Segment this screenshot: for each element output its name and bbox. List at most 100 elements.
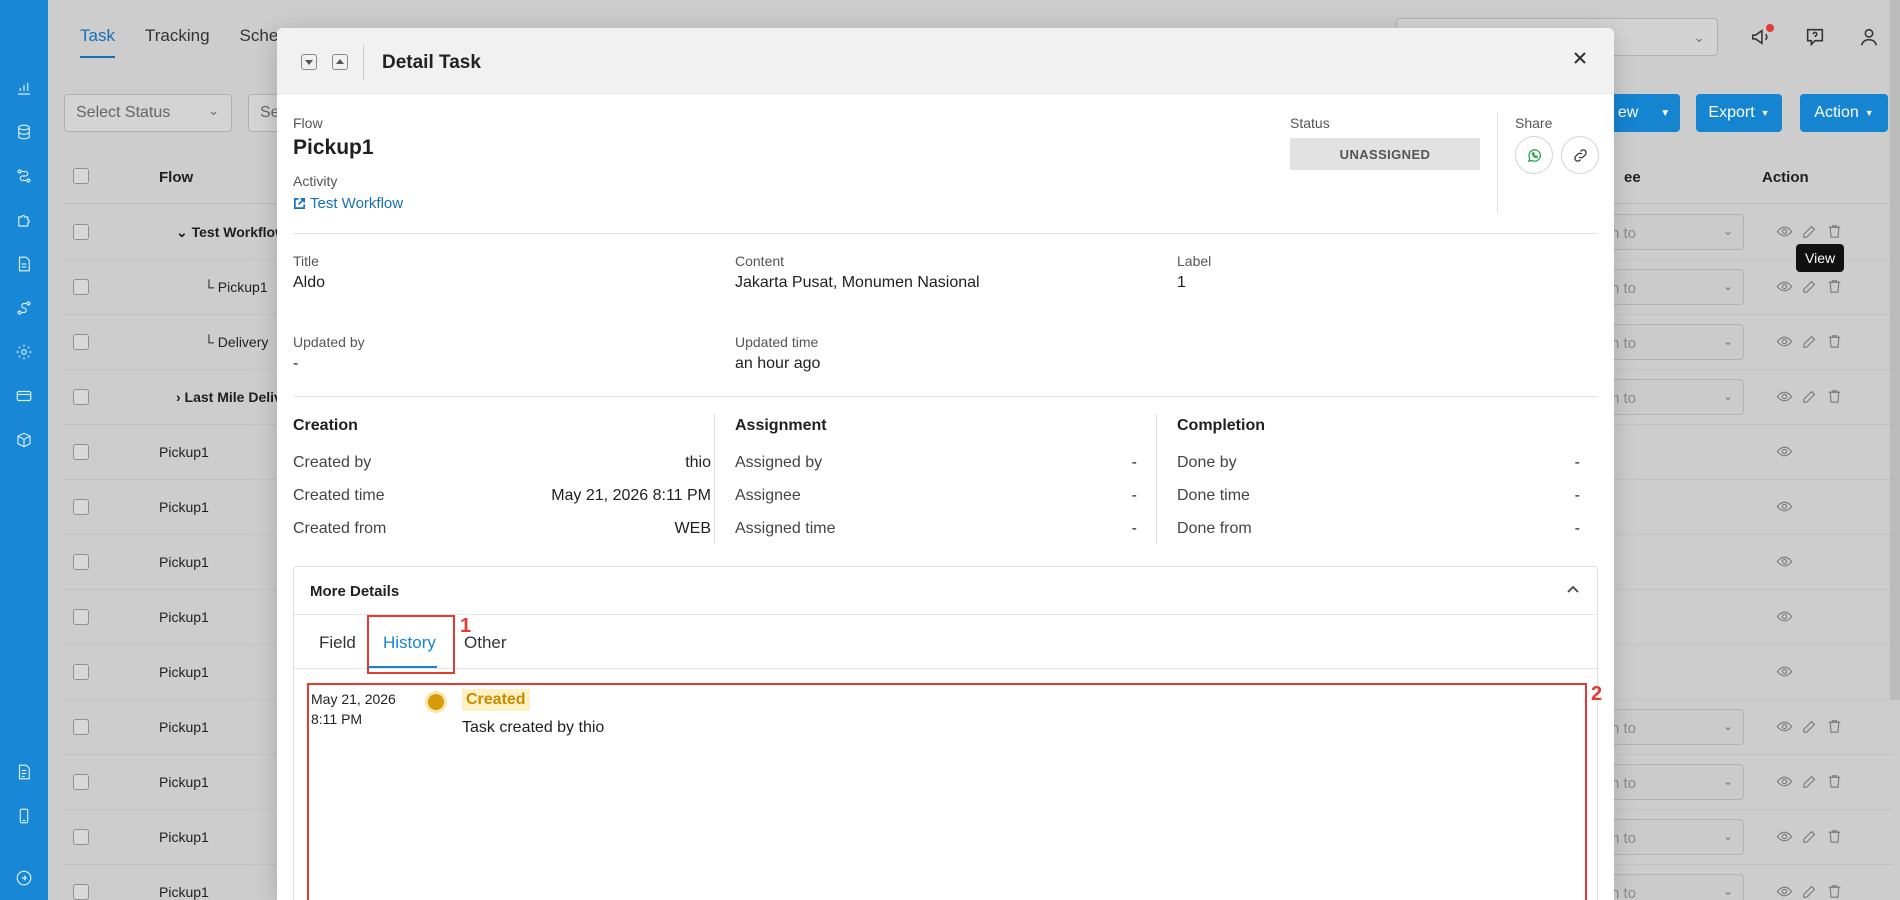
row-checkbox[interactable] (73, 389, 89, 405)
row-checkbox[interactable] (73, 774, 89, 790)
row-flow: Pickup1 (159, 829, 209, 845)
edit-icon[interactable] (1801, 333, 1818, 350)
view-icon[interactable] (1776, 773, 1793, 790)
status-badge: UNASSIGNED (1290, 138, 1480, 170)
view-icon[interactable] (1776, 828, 1793, 845)
credit-card-icon[interactable] (12, 384, 36, 408)
assign-to-select[interactable]: n to ⌄ (1610, 709, 1744, 745)
view-icon[interactable] (1776, 663, 1793, 680)
assign-to-select[interactable]: n to ⌄ (1610, 379, 1744, 415)
view-icon[interactable] (1776, 223, 1793, 240)
row-checkbox[interactable] (73, 554, 89, 570)
view-icon[interactable] (1776, 498, 1793, 515)
assign-to-select[interactable]: n to ⌄ (1610, 764, 1744, 800)
new-task-button[interactable]: ew ▼ (1608, 94, 1680, 132)
announcement-icon[interactable] (1750, 24, 1774, 50)
row-actions (1776, 223, 1843, 240)
arrow-down-icon (305, 60, 313, 65)
help-icon[interactable] (1804, 26, 1828, 50)
export-button[interactable]: Export ▼ (1696, 94, 1782, 132)
view-icon[interactable] (1776, 718, 1793, 735)
edit-icon[interactable] (1801, 388, 1818, 405)
chevron-up-icon[interactable] (1565, 581, 1581, 601)
settings-icon[interactable] (12, 340, 36, 364)
tab-field[interactable]: Field (319, 633, 356, 653)
action-button[interactable]: Action ▼ (1800, 94, 1888, 132)
more-details-header[interactable]: More Details (294, 567, 1597, 615)
package-icon[interactable] (12, 428, 36, 452)
view-icon[interactable] (1776, 443, 1793, 460)
view-icon[interactable] (1776, 553, 1793, 570)
row-checkbox[interactable] (73, 499, 89, 515)
edit-icon[interactable] (1801, 773, 1818, 790)
row-actions (1776, 883, 1843, 900)
row-checkbox[interactable] (73, 829, 89, 845)
share-whatsapp-button[interactable] (1515, 136, 1553, 174)
trash-icon[interactable] (1826, 773, 1843, 790)
trash-icon[interactable] (1826, 883, 1843, 900)
trash-icon[interactable] (1826, 718, 1843, 735)
activity-link[interactable]: Test Workflow (293, 195, 403, 212)
nav-tab-tracking[interactable]: Tracking (145, 26, 210, 58)
row-checkbox[interactable] (73, 609, 89, 625)
page-scrollbar[interactable] (1890, 0, 1900, 700)
trash-icon[interactable] (1826, 388, 1843, 405)
select-all-checkbox[interactable] (73, 168, 89, 184)
row-checkbox[interactable] (73, 444, 89, 460)
nav-tab-schedule[interactable]: Sche (240, 26, 279, 58)
expand-sidebar-icon[interactable] (12, 866, 36, 890)
assign-to-select[interactable]: n to ⌄ (1610, 269, 1744, 305)
modal-header: Detail Task (277, 28, 1614, 94)
row-actions (1776, 608, 1793, 625)
close-button[interactable] (1572, 50, 1592, 70)
view-icon[interactable] (1776, 278, 1793, 295)
row-actions (1776, 333, 1843, 350)
document-icon[interactable] (12, 252, 36, 276)
edit-icon[interactable] (1801, 883, 1818, 900)
status-filter[interactable]: Select Status ⌄ (64, 94, 232, 132)
row-actions (1776, 773, 1843, 790)
assign-to-select[interactable]: n to ⌄ (1610, 324, 1744, 360)
edit-icon[interactable] (1801, 223, 1818, 240)
header-divider (363, 44, 364, 80)
edit-icon[interactable] (1801, 278, 1818, 295)
edit-icon[interactable] (1801, 718, 1818, 735)
database-icon[interactable] (12, 120, 36, 144)
trash-icon[interactable] (1826, 278, 1843, 295)
view-icon[interactable] (1776, 883, 1793, 900)
assign-to-select[interactable]: n to ⌄ (1610, 214, 1744, 250)
row-checkbox[interactable] (73, 884, 89, 900)
assignment-title: Assignment (735, 417, 827, 434)
analytics-icon[interactable] (12, 76, 36, 100)
next-task-button[interactable] (301, 54, 317, 70)
assign-to-select[interactable]: n to ⌄ (1610, 874, 1744, 900)
trash-icon[interactable] (1826, 333, 1843, 350)
user-icon[interactable] (1858, 26, 1882, 50)
trash-icon[interactable] (1826, 223, 1843, 240)
view-icon[interactable] (1776, 608, 1793, 625)
copy-link-button[interactable] (1561, 136, 1599, 174)
edit-icon[interactable] (1801, 828, 1818, 845)
column-divider (714, 414, 715, 544)
previous-task-button[interactable] (332, 54, 348, 70)
view-icon[interactable] (1776, 333, 1793, 350)
nav-tab-task[interactable]: Task (80, 26, 115, 58)
route-icon[interactable] (12, 296, 36, 320)
row-checkbox[interactable] (73, 224, 89, 240)
row-checkbox[interactable] (73, 279, 89, 295)
row-checkbox[interactable] (73, 334, 89, 350)
workflow-icon[interactable] (12, 164, 36, 188)
row-checkbox[interactable] (73, 664, 89, 680)
view-icon[interactable] (1776, 388, 1793, 405)
puzzle-icon[interactable] (12, 208, 36, 232)
assign-to-placeholder: n to (1611, 225, 1637, 242)
assign-to-placeholder: n to (1611, 335, 1637, 352)
trash-icon[interactable] (1826, 828, 1843, 845)
share-divider (1497, 112, 1498, 214)
assign-to-select[interactable]: n to ⌄ (1610, 819, 1744, 855)
row-flow: Pickup1 (159, 884, 209, 900)
assign-to-placeholder: n to (1611, 390, 1637, 407)
mobile-icon[interactable] (12, 804, 36, 828)
report-icon[interactable] (12, 760, 36, 784)
row-checkbox[interactable] (73, 719, 89, 735)
